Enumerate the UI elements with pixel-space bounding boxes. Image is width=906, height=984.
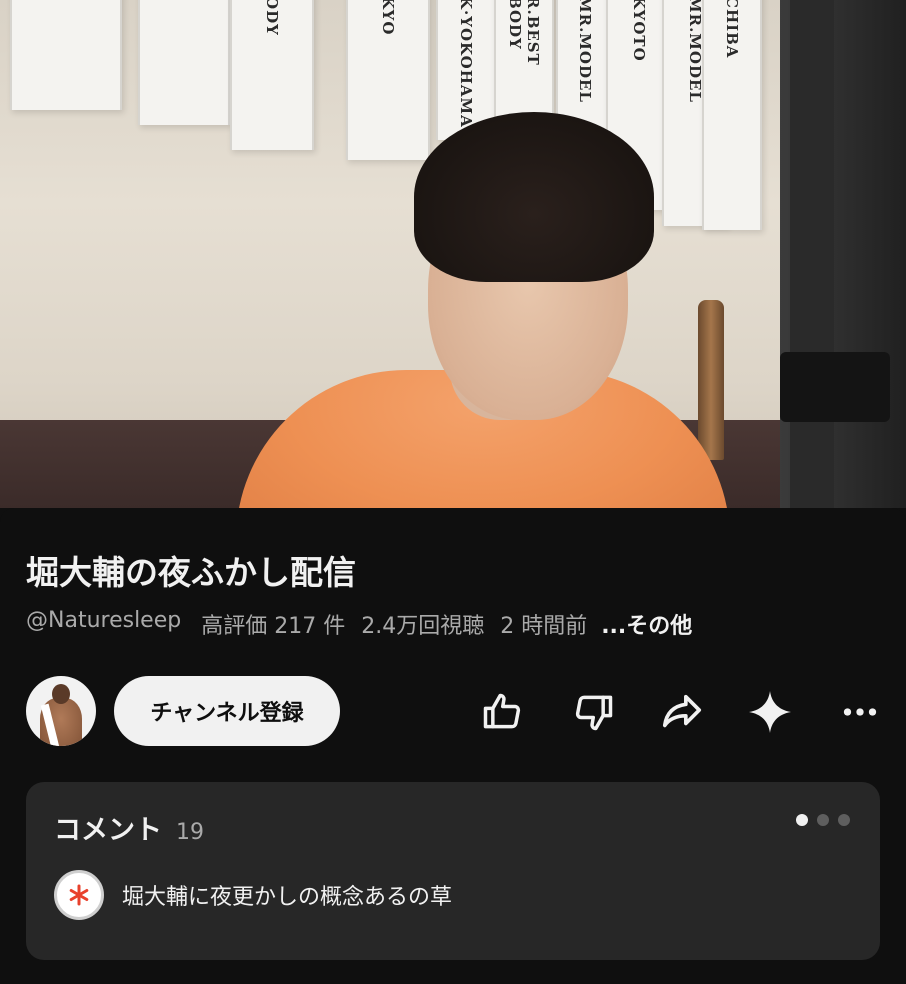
comments-pager bbox=[796, 814, 850, 826]
channel-handle[interactable]: @Naturesleep bbox=[26, 608, 181, 640]
sash-banner: CHIBA bbox=[702, 0, 762, 230]
comments-header: コメント 19 bbox=[54, 808, 204, 847]
sash-banner: ODY bbox=[230, 0, 314, 150]
sash-banner: R.BEST BODY bbox=[494, 0, 554, 120]
share-button[interactable] bbox=[658, 688, 706, 736]
equipment-rack bbox=[780, 0, 906, 508]
thumbs-down-icon bbox=[575, 695, 613, 731]
pager-dot-active bbox=[796, 814, 808, 826]
person-hair bbox=[414, 112, 654, 282]
sash-banner bbox=[10, 0, 122, 110]
dislike-button[interactable] bbox=[570, 688, 618, 736]
comments-section[interactable]: コメント 19 堀大輔に夜更かしの概念あるの草 bbox=[26, 782, 880, 960]
comments-label: コメント bbox=[54, 815, 162, 846]
sash-banner: KYO bbox=[346, 0, 430, 160]
sparkle-icon bbox=[749, 691, 791, 733]
like-button[interactable] bbox=[478, 688, 526, 736]
thumbs-up-icon bbox=[483, 693, 521, 729]
pager-dot bbox=[838, 814, 850, 826]
asterisk-avatar-icon bbox=[69, 884, 89, 906]
view-count: 2.4万回視聴 bbox=[361, 614, 485, 639]
more-horizontal-icon bbox=[843, 708, 877, 716]
comments-count: 19 bbox=[176, 820, 204, 845]
comment-text: 堀大輔に夜更かしの概念あるの草 bbox=[122, 885, 453, 910]
sash-banner bbox=[138, 0, 230, 125]
more-link[interactable]: ...その他 bbox=[601, 608, 692, 640]
channel-avatar[interactable] bbox=[26, 676, 96, 746]
video-title[interactable]: 堀大輔の夜ふかし配信 bbox=[26, 546, 356, 594]
share-arrow-icon bbox=[662, 694, 702, 728]
pager-dot bbox=[817, 814, 829, 826]
video-player[interactable]: ODY KYO K·YOKOHAMA R.BEST BODY MR.MODEL … bbox=[0, 0, 906, 508]
subscribe-button[interactable]: チャンネル登録 bbox=[114, 676, 340, 746]
video-info-panel: 堀大輔の夜ふかし配信 @Naturesleep 高評価 217 件 2.4万回視… bbox=[0, 508, 906, 984]
video-meta[interactable]: @Naturesleep 高評価 217 件 2.4万回視聴 2 時間前 ...… bbox=[26, 608, 692, 640]
upload-age: 2 時間前 bbox=[500, 614, 588, 639]
ask-button[interactable] bbox=[746, 688, 794, 736]
more-actions-button[interactable] bbox=[836, 688, 884, 736]
commenter-avatar[interactable] bbox=[54, 870, 104, 920]
guitar bbox=[698, 300, 724, 460]
like-count: 高評価 217 件 bbox=[201, 614, 346, 639]
top-comment[interactable]: 堀大輔に夜更かしの概念あるの草 bbox=[54, 870, 452, 920]
